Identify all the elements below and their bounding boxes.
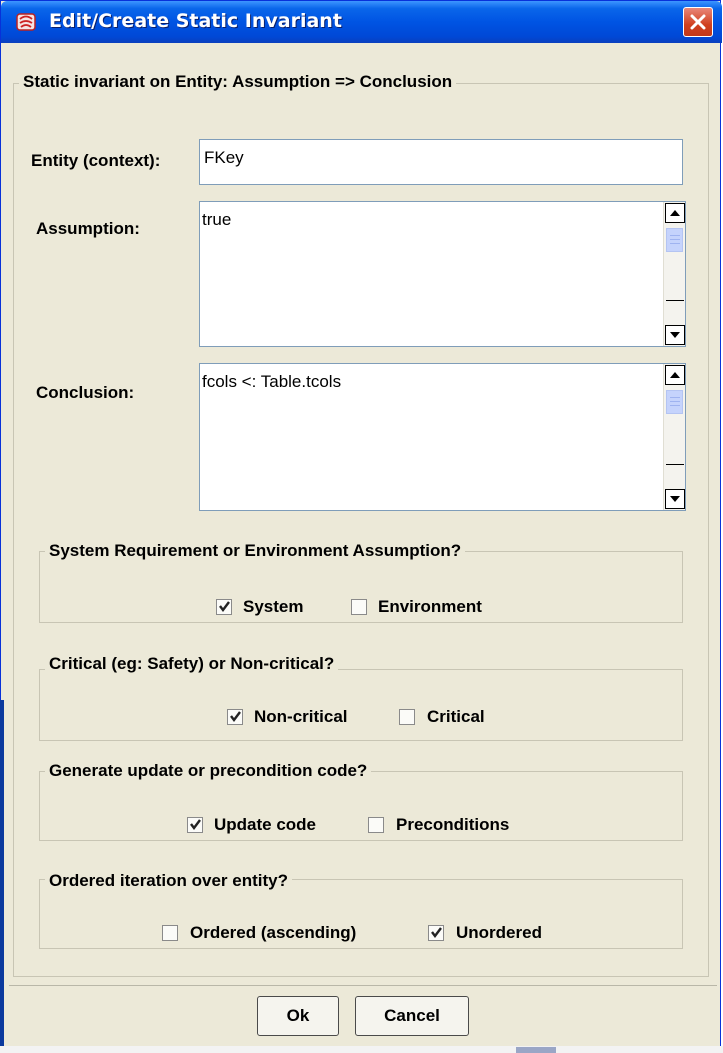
taskbar-item [516, 1047, 556, 1053]
scroll-thumb[interactable] [666, 228, 683, 252]
window-title: Edit/Create Static Invariant [49, 10, 342, 32]
close-button[interactable] [683, 7, 713, 37]
ordering-group-legend: Ordered iteration over entity? [45, 871, 292, 891]
checkmark-icon [219, 601, 230, 612]
preconditions-option-label[interactable]: Preconditions [396, 815, 509, 835]
checkmark-icon [190, 819, 201, 830]
critical-group-border [39, 669, 683, 741]
title-bar[interactable]: Edit/Create Static Invariant [1, 1, 722, 43]
scroll-up-button[interactable] [665, 365, 685, 385]
assumption-text: true [202, 210, 232, 229]
update-code-option-label[interactable]: Update code [214, 815, 316, 835]
checkmark-icon [230, 711, 241, 722]
update-code-checkbox[interactable] [187, 817, 203, 833]
codegen-group-border [39, 771, 683, 841]
cancel-button[interactable]: Cancel [355, 996, 469, 1036]
system-checkbox[interactable] [216, 599, 232, 615]
arrow-up-icon [670, 372, 680, 378]
app-icon [15, 11, 37, 33]
arrow-down-icon [670, 332, 680, 338]
main-group-legend: Static invariant on Entity: Assumption =… [19, 72, 457, 92]
ok-button[interactable]: Ok [257, 996, 339, 1036]
conclusion-text: fcols <: Table.tcols [202, 372, 342, 391]
scroll-track-line [666, 300, 684, 301]
button-bar: Ok Cancel [9, 985, 717, 1046]
system-group-legend: System Requirement or Environment Assump… [45, 541, 466, 561]
environment-checkbox[interactable] [351, 599, 367, 615]
assumption-textarea[interactable]: true [199, 201, 686, 347]
critical-group-legend: Critical (eg: Safety) or Non-critical? [45, 654, 339, 674]
environment-option-label[interactable]: Environment [378, 597, 482, 617]
checkmark-icon [431, 927, 442, 938]
entity-label: Entity (context): [31, 151, 161, 170]
taskbar-edge [0, 1046, 723, 1053]
entity-field[interactable]: FKey [199, 139, 683, 185]
ordered-option-label[interactable]: Ordered (ascending) [190, 923, 356, 943]
critical-option-label[interactable]: Critical [427, 707, 485, 727]
arrow-up-icon [670, 210, 680, 216]
dialog-window: Edit/Create Static Invariant Static inva… [0, 0, 722, 1050]
arrow-down-icon [670, 496, 680, 502]
window-left-edge [0, 700, 4, 1053]
assumption-label: Assumption: [36, 219, 140, 238]
non-critical-option-label[interactable]: Non-critical [254, 707, 348, 727]
unordered-option-label[interactable]: Unordered [456, 923, 542, 943]
conclusion-scrollbar[interactable] [663, 364, 685, 510]
scroll-down-button[interactable] [665, 489, 685, 509]
preconditions-checkbox[interactable] [368, 817, 384, 833]
non-critical-checkbox[interactable] [227, 709, 243, 725]
system-option-label[interactable]: System [243, 597, 303, 617]
assumption-scrollbar[interactable] [663, 202, 685, 346]
scroll-down-button[interactable] [665, 325, 685, 345]
scroll-thumb[interactable] [666, 390, 683, 414]
conclusion-label: Conclusion: [36, 383, 135, 402]
close-icon [690, 14, 706, 30]
critical-checkbox[interactable] [399, 709, 415, 725]
ordered-checkbox[interactable] [162, 925, 178, 941]
scroll-track-line [666, 464, 684, 465]
unordered-checkbox[interactable] [428, 925, 444, 941]
scroll-up-button[interactable] [665, 203, 685, 223]
codegen-group-legend: Generate update or precondition code? [45, 761, 372, 781]
conclusion-textarea[interactable]: fcols <: Table.tcols [199, 363, 686, 511]
